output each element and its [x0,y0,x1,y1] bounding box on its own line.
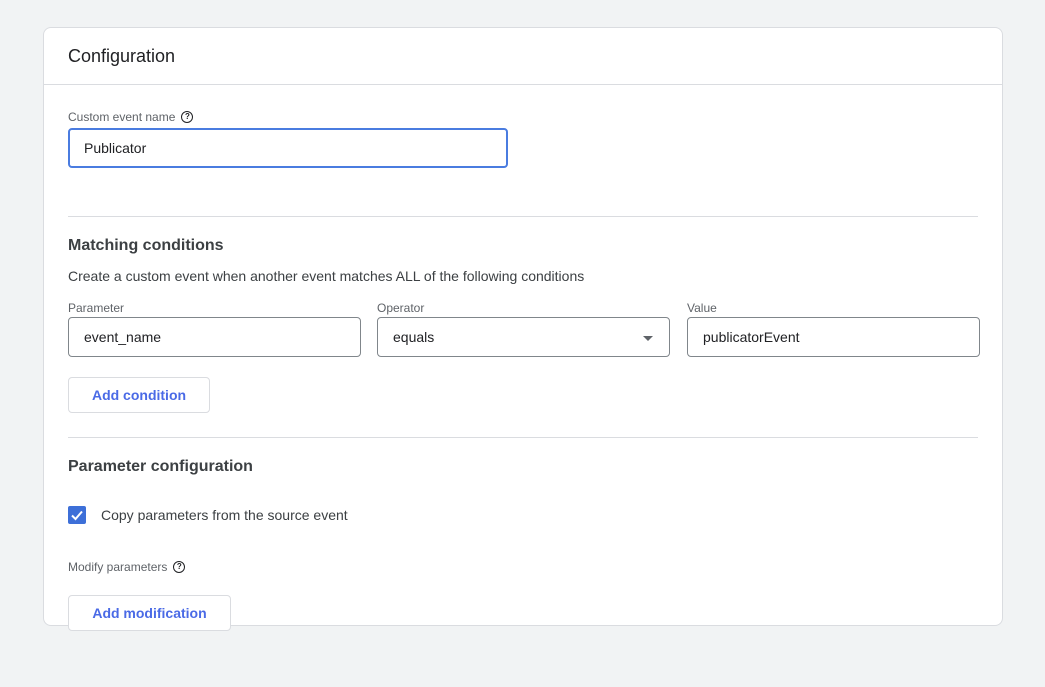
parameter-label: Parameter [68,301,124,315]
operator-label-text: Operator [377,301,425,315]
operator-select[interactable]: equals [377,317,670,357]
matching-conditions-description: Create a custom event when another event… [68,268,585,284]
copy-parameters-label: Copy parameters from the source event [101,507,348,523]
help-icon[interactable]: ? [181,111,194,123]
event-name-input[interactable]: Publicator [68,128,508,168]
divider [68,216,978,217]
check-icon [71,510,83,521]
value-input[interactable]: publicatorEvent [687,317,980,357]
matching-conditions-title: Matching conditions [68,237,224,254]
card-title: Configuration [68,45,176,66]
chevron-down-icon [643,336,653,341]
operator-value: equals [393,329,435,345]
value-label: Value [687,301,717,315]
add-modification-button[interactable]: Add modification [68,595,231,631]
parameter-configuration-title: Parameter configuration [68,458,253,475]
parameter-value: event_name [84,329,162,345]
copy-parameters-checkbox[interactable] [68,506,86,524]
parameter-label-text: Parameter [68,301,125,315]
help-icon[interactable]: ? [173,561,186,573]
configuration-card: Configuration Custom event name ? Public… [43,27,1003,631]
value-value: publicatorEvent [703,329,800,345]
divider [68,437,978,438]
add-condition-button[interactable]: Add condition [68,377,210,413]
event-name-label-row: Custom event name ? [68,110,194,124]
modify-parameters-label-row: Modify parameters ? [68,560,186,574]
parameter-input[interactable]: event_name [68,317,361,357]
modify-parameters-label: Modify parameters [68,560,168,574]
event-name-label: Custom event name [68,110,176,124]
value-label-text: Value [687,301,717,315]
card-header: Configuration [44,28,1002,85]
operator-label: Operator [377,301,424,315]
event-name-value: Publicator [84,140,147,156]
